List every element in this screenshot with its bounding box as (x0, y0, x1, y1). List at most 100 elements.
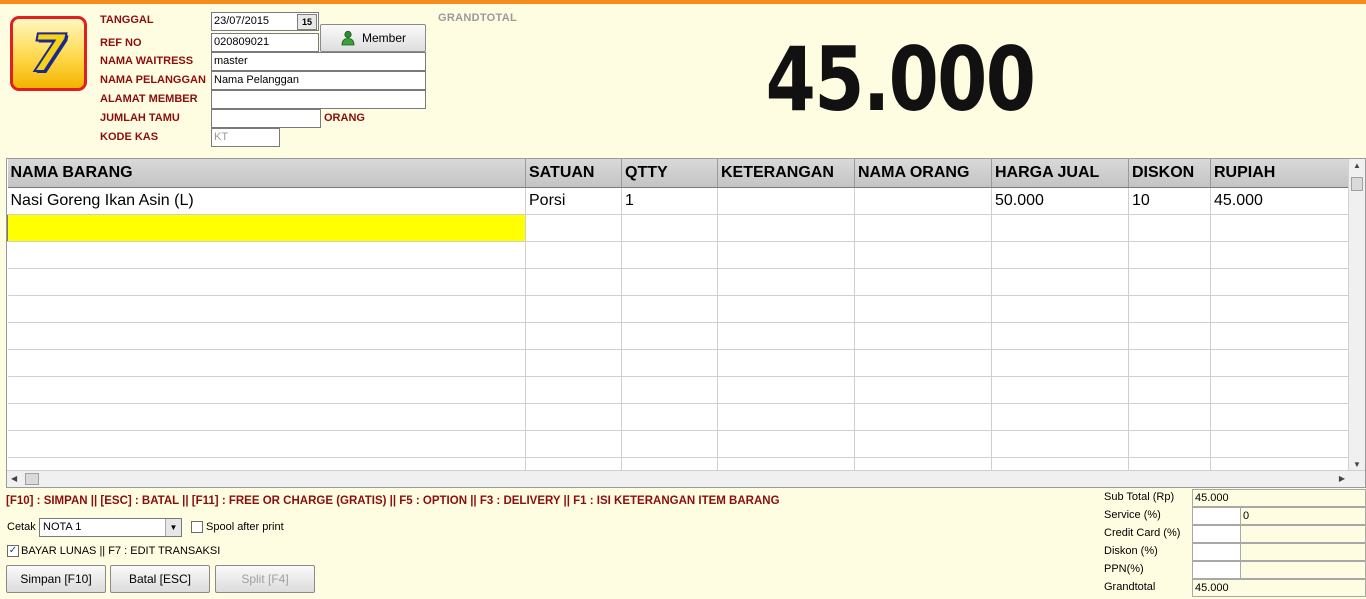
empty-cell[interactable] (621, 430, 718, 458)
calendar-icon[interactable]: 15 (297, 14, 317, 30)
nama-pelanggan-input[interactable]: Nama Pelanggan (211, 71, 426, 90)
empty-cell[interactable] (854, 349, 992, 377)
empty-cell[interactable] (991, 430, 1129, 458)
empty-cell[interactable] (1210, 403, 1350, 431)
grid-horizontal-scrollbar[interactable]: ◀ ▶ (7, 470, 1365, 487)
ppn-percent-input[interactable] (1192, 561, 1241, 579)
empty-cell[interactable] (717, 295, 855, 323)
kode-kas-input[interactable]: KT (211, 128, 280, 147)
empty-cell[interactable] (621, 376, 718, 404)
empty-cell[interactable] (1210, 376, 1350, 404)
empty-cell[interactable] (717, 268, 855, 296)
column-header[interactable]: KETERANGAN (717, 159, 855, 188)
column-header[interactable]: DISKON (1128, 159, 1211, 188)
empty-cell[interactable] (621, 214, 718, 242)
empty-cell[interactable] (717, 376, 855, 404)
empty-cell[interactable] (991, 268, 1129, 296)
empty-cell[interactable] (717, 322, 855, 350)
empty-cell[interactable] (7, 268, 526, 296)
empty-cell[interactable] (621, 322, 718, 350)
empty-cell[interactable] (717, 241, 855, 269)
empty-cell[interactable] (1128, 430, 1211, 458)
empty-cell[interactable] (1128, 376, 1211, 404)
empty-cell[interactable] (7, 430, 526, 458)
empty-cell[interactable] (854, 268, 992, 296)
cell-keterangan[interactable] (717, 187, 855, 215)
cell-nama-barang[interactable]: Nasi Goreng Ikan Asin (L) (7, 187, 526, 215)
split-button[interactable]: Split [F4] (215, 565, 315, 593)
empty-cell[interactable] (991, 403, 1129, 431)
empty-cell[interactable] (7, 241, 526, 269)
empty-cell[interactable] (1210, 430, 1350, 458)
credit-card-percent-input[interactable] (1192, 525, 1241, 543)
table-row-empty[interactable] (7, 241, 1350, 269)
table-row-empty[interactable] (7, 403, 1350, 431)
spool-checkbox[interactable] (191, 521, 203, 533)
empty-cell[interactable] (717, 430, 855, 458)
empty-cell[interactable] (991, 241, 1129, 269)
empty-cell[interactable] (621, 241, 718, 269)
scroll-up-icon[interactable]: ▲ (1353, 161, 1361, 170)
empty-cell[interactable] (991, 295, 1129, 323)
chevron-down-icon[interactable]: ▼ (165, 519, 181, 536)
items-grid[interactable]: NAMA BARANG SATUAN QTTY KETERANGAN NAMA … (6, 158, 1366, 488)
diskon-percent-input[interactable] (1192, 543, 1241, 561)
member-button[interactable]: Member (320, 24, 426, 52)
column-header[interactable]: SATUAN (525, 159, 622, 188)
table-row-empty[interactable] (7, 430, 1350, 458)
empty-cell[interactable] (1128, 268, 1211, 296)
scroll-thumb[interactable] (1351, 177, 1363, 191)
empty-cell[interactable] (7, 349, 526, 377)
table-row-empty[interactable] (7, 322, 1350, 350)
empty-cell[interactable] (621, 403, 718, 431)
empty-cell[interactable] (525, 349, 622, 377)
empty-cell[interactable] (991, 349, 1129, 377)
ref-no-input[interactable]: 020809021 (211, 33, 319, 52)
cell-diskon[interactable]: 10 (1128, 187, 1211, 215)
empty-cell[interactable] (717, 403, 855, 431)
empty-cell[interactable] (991, 214, 1129, 242)
cell-nama-orang[interactable] (854, 187, 992, 215)
column-header[interactable]: NAMA BARANG (7, 159, 526, 188)
table-row[interactable]: Nasi Goreng Ikan Asin (L) Porsi 1 50.000… (7, 187, 1350, 215)
empty-cell[interactable] (1210, 268, 1350, 296)
hscroll-thumb[interactable] (25, 473, 39, 485)
column-header[interactable]: NAMA ORANG (854, 159, 992, 188)
empty-cell[interactable] (525, 430, 622, 458)
empty-cell[interactable] (1210, 295, 1350, 323)
empty-cell[interactable] (991, 376, 1129, 404)
empty-cell[interactable] (7, 376, 526, 404)
empty-cell[interactable] (1210, 214, 1350, 242)
empty-cell[interactable] (854, 322, 992, 350)
empty-cell[interactable] (621, 268, 718, 296)
empty-cell[interactable] (525, 376, 622, 404)
empty-cell[interactable] (1210, 322, 1350, 350)
empty-cell[interactable] (854, 295, 992, 323)
column-header[interactable]: QTTY (621, 159, 718, 188)
empty-cell[interactable] (1128, 349, 1211, 377)
active-entry-cell[interactable] (7, 213, 526, 242)
empty-cell[interactable] (7, 295, 526, 323)
table-row-empty[interactable] (7, 268, 1350, 296)
empty-cell[interactable] (621, 295, 718, 323)
simpan-button[interactable]: Simpan [F10] (6, 565, 106, 593)
empty-cell[interactable] (525, 214, 622, 242)
alamat-member-input[interactable] (211, 90, 426, 109)
empty-cell[interactable] (1210, 241, 1350, 269)
empty-cell[interactable] (854, 214, 992, 242)
empty-cell[interactable] (525, 295, 622, 323)
nama-waitress-input[interactable]: master (211, 52, 426, 71)
empty-cell[interactable] (525, 268, 622, 296)
cell-rupiah[interactable]: 45.000 (1210, 187, 1350, 215)
scroll-left-icon[interactable]: ◀ (11, 474, 17, 483)
cell-harga-jual[interactable]: 50.000 (991, 187, 1129, 215)
bayar-lunas-checkbox[interactable]: ✓ (7, 545, 19, 557)
empty-cell[interactable] (525, 322, 622, 350)
cell-satuan[interactable]: Porsi (525, 187, 622, 215)
empty-cell[interactable] (1210, 349, 1350, 377)
empty-cell[interactable] (991, 322, 1129, 350)
empty-cell[interactable] (525, 403, 622, 431)
empty-cell[interactable] (7, 403, 526, 431)
empty-cell[interactable] (854, 376, 992, 404)
empty-cell[interactable] (7, 322, 526, 350)
